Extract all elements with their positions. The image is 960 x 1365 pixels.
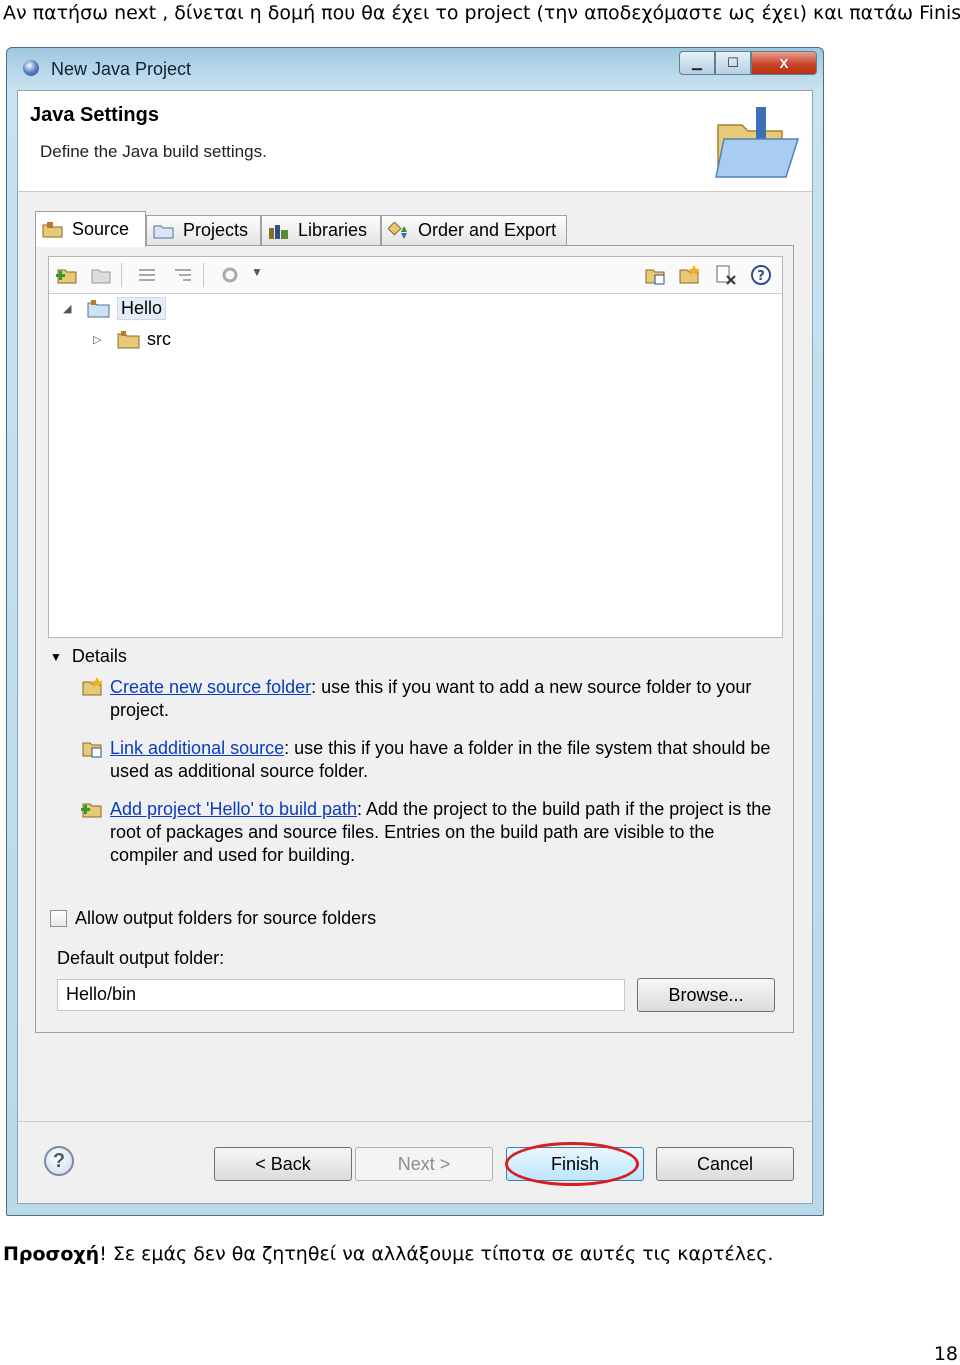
detail-add-to-build-path: Add project 'Hello' to build path: Add t… bbox=[80, 798, 780, 870]
tab-source-label: Source bbox=[72, 219, 130, 239]
title-bar[interactable]: New Java Project ▁ ☐ X bbox=[7, 48, 823, 88]
order-export-icon bbox=[388, 221, 407, 239]
remove-icon[interactable] bbox=[713, 264, 737, 286]
allow-output-folders-label: Allow output folders for source folders bbox=[75, 908, 377, 928]
toolbar-separator bbox=[203, 263, 204, 287]
minimize-button[interactable]: ▁ bbox=[679, 51, 715, 75]
projects-icon bbox=[153, 225, 174, 238]
page-title: Java Settings bbox=[30, 104, 159, 126]
collapsed-arrow-icon[interactable]: ▷ bbox=[93, 333, 107, 346]
allow-output-folders-checkbox[interactable] bbox=[50, 910, 67, 927]
intro-text: Αν πατήσω next , δίνεται η δομή που θα έ… bbox=[3, 2, 960, 24]
source-tree-box: ▼ ? ◢ Hello ▷ src bbox=[48, 256, 783, 638]
wizard-banner: Java Settings Define the Java build sett… bbox=[18, 91, 812, 192]
cancel-button[interactable]: Cancel bbox=[656, 1147, 794, 1181]
tree-item-hello-label: Hello bbox=[117, 297, 167, 320]
configure-icon[interactable] bbox=[219, 264, 243, 286]
project-folder-icon bbox=[87, 299, 110, 317]
tree-item-hello[interactable]: ◢ Hello bbox=[63, 297, 167, 320]
link-source-icon[interactable] bbox=[643, 264, 667, 286]
expand-icon[interactable] bbox=[135, 264, 159, 286]
help-icon[interactable]: ? bbox=[749, 264, 773, 286]
link-additional-source-link[interactable]: Link additional source bbox=[110, 738, 284, 758]
tab-projects[interactable]: Projects bbox=[146, 215, 261, 245]
tab-source[interactable]: Source bbox=[35, 211, 146, 247]
collapse-icon[interactable] bbox=[171, 264, 195, 286]
toolbar-separator bbox=[121, 263, 122, 287]
java-project-wizard-icon bbox=[715, 107, 800, 178]
source-folder-icon bbox=[42, 221, 63, 237]
allow-output-folders-row[interactable]: Allow output folders for source folders bbox=[50, 908, 376, 929]
new-source-folder-icon bbox=[82, 677, 103, 696]
next-button[interactable]: Next > bbox=[355, 1147, 493, 1181]
link-source-icon bbox=[82, 742, 102, 758]
svg-text:?: ? bbox=[757, 269, 765, 284]
source-tab-panel: ▼ ? ◢ Hello ▷ src ▼ Details Create new s… bbox=[35, 245, 794, 1033]
dialog-client: Java Settings Define the Java build sett… bbox=[17, 90, 813, 1204]
add-source-folder-icon[interactable] bbox=[55, 264, 79, 286]
new-folder-icon[interactable] bbox=[677, 264, 701, 286]
browse-button[interactable]: Browse... bbox=[637, 978, 775, 1012]
default-output-folder-label: Default output folder: bbox=[57, 948, 225, 968]
note-rest: ! Σε εμάς δεν θα ζητηθεί να αλλάξουμε τί… bbox=[99, 1243, 774, 1265]
expanded-arrow-icon[interactable]: ◢ bbox=[63, 302, 77, 315]
chevron-down-icon: ▼ bbox=[50, 649, 62, 664]
close-button[interactable]: X bbox=[751, 51, 817, 75]
default-output-folder-input[interactable]: Hello/bin bbox=[57, 979, 625, 1011]
package-folder-icon bbox=[117, 330, 140, 348]
page-description: Define the Java build settings. bbox=[40, 142, 267, 161]
eclipse-icon bbox=[23, 60, 39, 76]
tab-order-export-label: Order and Export bbox=[418, 220, 557, 240]
tree-item-src-label: src bbox=[147, 329, 171, 349]
tab-libraries[interactable]: Libraries bbox=[261, 215, 381, 245]
footer-separator bbox=[18, 1121, 812, 1122]
window-controls: ▁ ☐ X bbox=[679, 51, 817, 75]
add-to-build-path-icon bbox=[81, 803, 102, 818]
tab-projects-label: Projects bbox=[183, 220, 249, 240]
remove-source-folder-icon[interactable] bbox=[89, 264, 113, 286]
create-source-folder-link[interactable]: Create new source folder bbox=[110, 677, 311, 697]
note-bold: Προσοχή bbox=[3, 1243, 100, 1265]
detail-create-source-folder: Create new source folder: use this if yo… bbox=[80, 676, 780, 726]
details-heading: Details bbox=[71, 646, 127, 666]
tree-toolbar: ▼ ? bbox=[49, 257, 782, 294]
tab-order-and-export[interactable]: Order and Export bbox=[381, 215, 567, 245]
finish-button[interactable]: Finish bbox=[506, 1147, 644, 1181]
page-number: 18 bbox=[933, 1343, 958, 1365]
tab-libraries-label: Libraries bbox=[298, 220, 368, 240]
window-title: New Java Project bbox=[51, 59, 192, 79]
note-text: Προσοχή! Σε εμάς δεν θα ζητηθεί να αλλάξ… bbox=[3, 1243, 773, 1265]
new-java-project-window: New Java Project ▁ ☐ X Java Settings Def… bbox=[6, 47, 824, 1216]
help-button[interactable]: ? bbox=[44, 1146, 74, 1176]
libraries-icon bbox=[269, 224, 288, 239]
chevron-down-icon[interactable]: ▼ bbox=[251, 265, 275, 287]
maximize-button[interactable]: ☐ bbox=[715, 51, 751, 75]
detail-link-additional-source: Link additional source: use this if you … bbox=[80, 737, 780, 787]
tree-item-src[interactable]: ▷ src bbox=[93, 329, 171, 350]
back-button[interactable]: < Back bbox=[214, 1147, 352, 1181]
details-toggle[interactable]: ▼ Details bbox=[50, 646, 127, 667]
add-project-to-build-path-link[interactable]: Add project 'Hello' to build path bbox=[110, 799, 357, 819]
